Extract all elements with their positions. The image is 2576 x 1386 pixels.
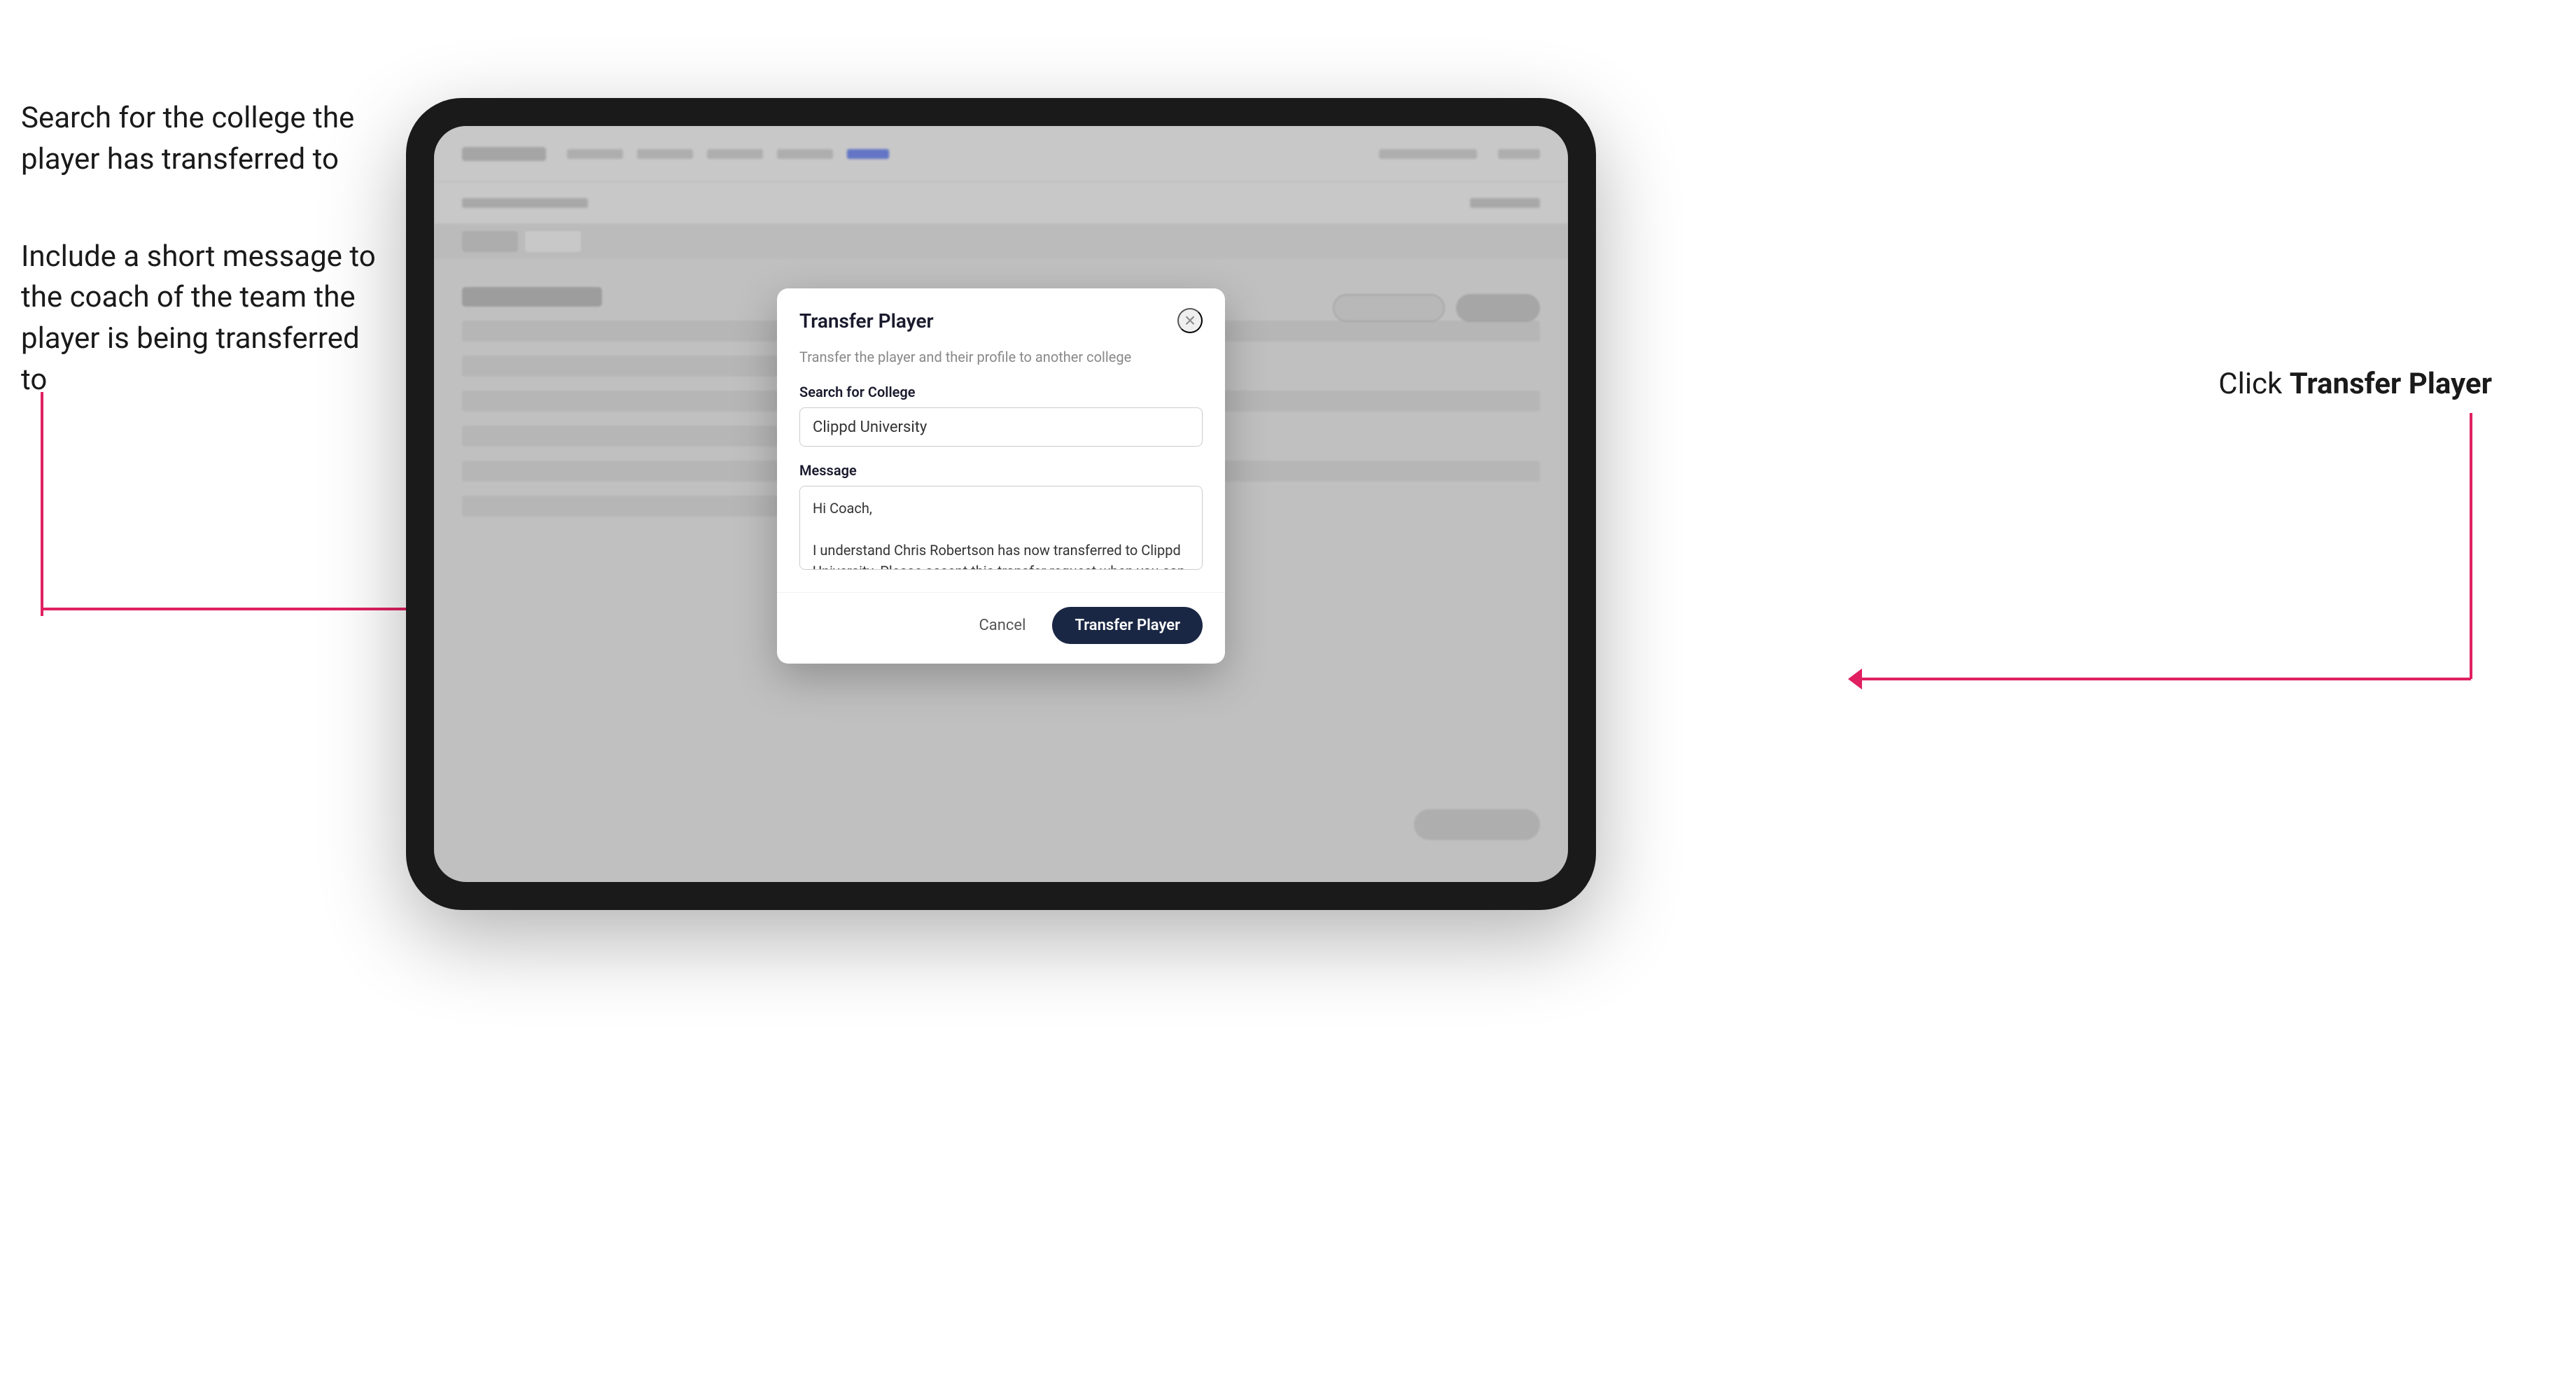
search-for-college-input[interactable] <box>799 407 1203 447</box>
modal-header: Transfer Player × <box>777 288 1225 347</box>
modal-title: Transfer Player <box>799 309 934 332</box>
modal-footer: Cancel Transfer Player <box>777 592 1225 664</box>
tablet-frame: Transfer Player × Transfer the player an… <box>406 98 1596 910</box>
annotation-search-text: Search for the college the player has tr… <box>21 98 385 181</box>
modal-overlay: Transfer Player × Transfer the player an… <box>434 126 1568 882</box>
annotation-right-block: Click Transfer Player <box>2218 364 2492 405</box>
modal-subtitle: Transfer the player and their profile to… <box>799 347 1203 367</box>
tablet-screen: Transfer Player × Transfer the player an… <box>434 126 1568 882</box>
transfer-player-modal: Transfer Player × Transfer the player an… <box>777 288 1225 664</box>
cancel-button[interactable]: Cancel <box>966 610 1038 641</box>
modal-close-button[interactable]: × <box>1177 308 1203 333</box>
annotation-left-block: Search for the college the player has tr… <box>21 98 385 401</box>
message-label: Message <box>799 462 1203 479</box>
transfer-player-button[interactable]: Transfer Player <box>1052 607 1203 644</box>
annotation-click-text: Click Transfer Player <box>2218 364 2492 405</box>
modal-body: Transfer the player and their profile to… <box>777 347 1225 592</box>
annotation-message-text: Include a short message to the coach of … <box>21 237 385 401</box>
search-for-college-label: Search for College <box>799 384 1203 400</box>
message-textarea[interactable]: Hi Coach, I understand Chris Robertson h… <box>799 486 1203 570</box>
